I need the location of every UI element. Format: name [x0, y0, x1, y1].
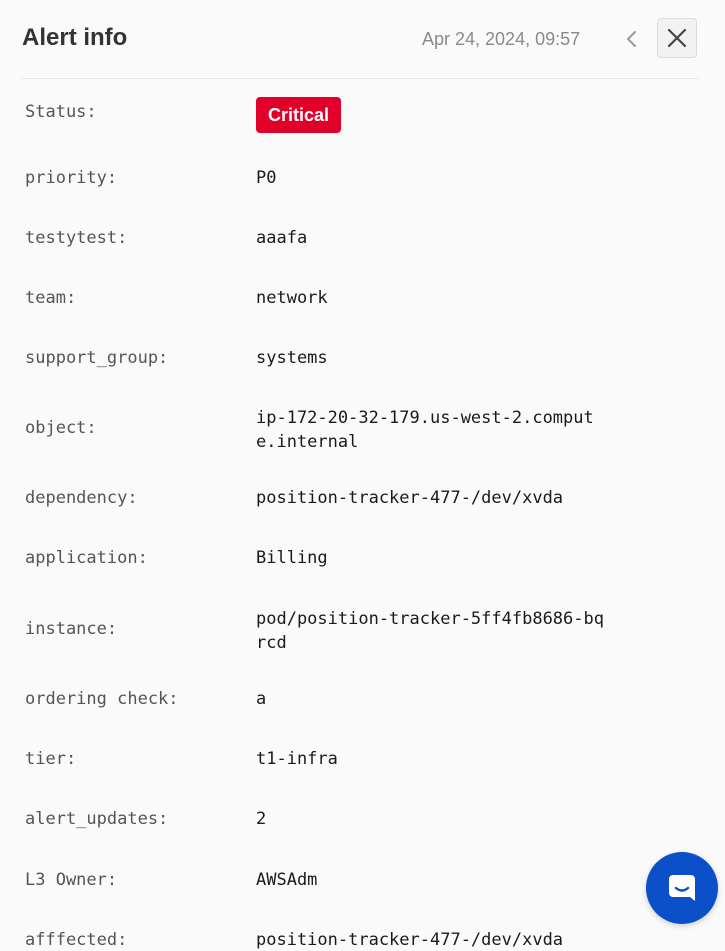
chat-launcher-button[interactable]	[646, 852, 718, 924]
field-value-instance-line-1: pod/position-tracker-5ff4fb8686-bq	[256, 609, 604, 629]
field-value-afffected: position-tracker-477-/dev/xvda	[256, 930, 564, 950]
field-value-team: network	[256, 288, 328, 308]
field-value-l3-owner: AWSAdm	[256, 870, 318, 890]
field-label-instance: instance:	[25, 619, 118, 639]
field-value-object-line-1: ip-172-20-32-179.us-west-2.comput	[256, 408, 594, 428]
field-label-alert-updates: alert_updates:	[25, 809, 169, 829]
field-value-alert-updates: 2	[256, 809, 267, 829]
field-value-priority: P0	[256, 168, 277, 188]
field-label-afffected: afffected:	[25, 930, 128, 950]
chat-icon	[669, 875, 695, 901]
field-value-instance-line-2: rcd	[256, 633, 287, 653]
field-label-priority: priority:	[25, 168, 118, 188]
field-value-support-group: systems	[256, 348, 328, 368]
alert-info-panel: Alert info Apr 24, 2024, 09:57 Status: C…	[0, 0, 725, 951]
close-icon	[667, 28, 687, 48]
close-button[interactable]	[657, 18, 697, 58]
field-value-application: Billing	[256, 548, 328, 568]
field-value-object-line-2: e.internal	[256, 432, 359, 452]
field-value-tier: t1-infra	[256, 749, 338, 769]
field-label-object: object:	[25, 418, 97, 438]
field-value-ordering-check: a	[256, 689, 267, 709]
previous-alert-button[interactable]	[620, 27, 644, 51]
field-label-support-group: support_group:	[25, 348, 169, 368]
status-badge: Critical	[256, 97, 342, 133]
panel-title: Alert info	[22, 24, 128, 51]
panel-header: Alert info Apr 24, 2024, 09:57	[22, 0, 699, 79]
field-label-application: application:	[25, 548, 148, 568]
field-label-dependency: dependency:	[25, 488, 138, 508]
field-value-dependency: position-tracker-477-/dev/xvda	[256, 488, 564, 508]
field-label-l3-owner: L3 Owner:	[25, 870, 118, 890]
field-label-tier: tier:	[25, 749, 77, 769]
field-value-testytest: aaafa	[256, 228, 308, 248]
field-label-ordering-check: ordering check:	[25, 689, 179, 709]
chevron-left-icon	[627, 31, 636, 47]
alert-timestamp: Apr 24, 2024, 09:57	[422, 29, 581, 49]
field-label-team: team:	[25, 288, 77, 308]
status-label: Status:	[25, 102, 97, 122]
field-label-testytest: testytest:	[25, 228, 128, 248]
